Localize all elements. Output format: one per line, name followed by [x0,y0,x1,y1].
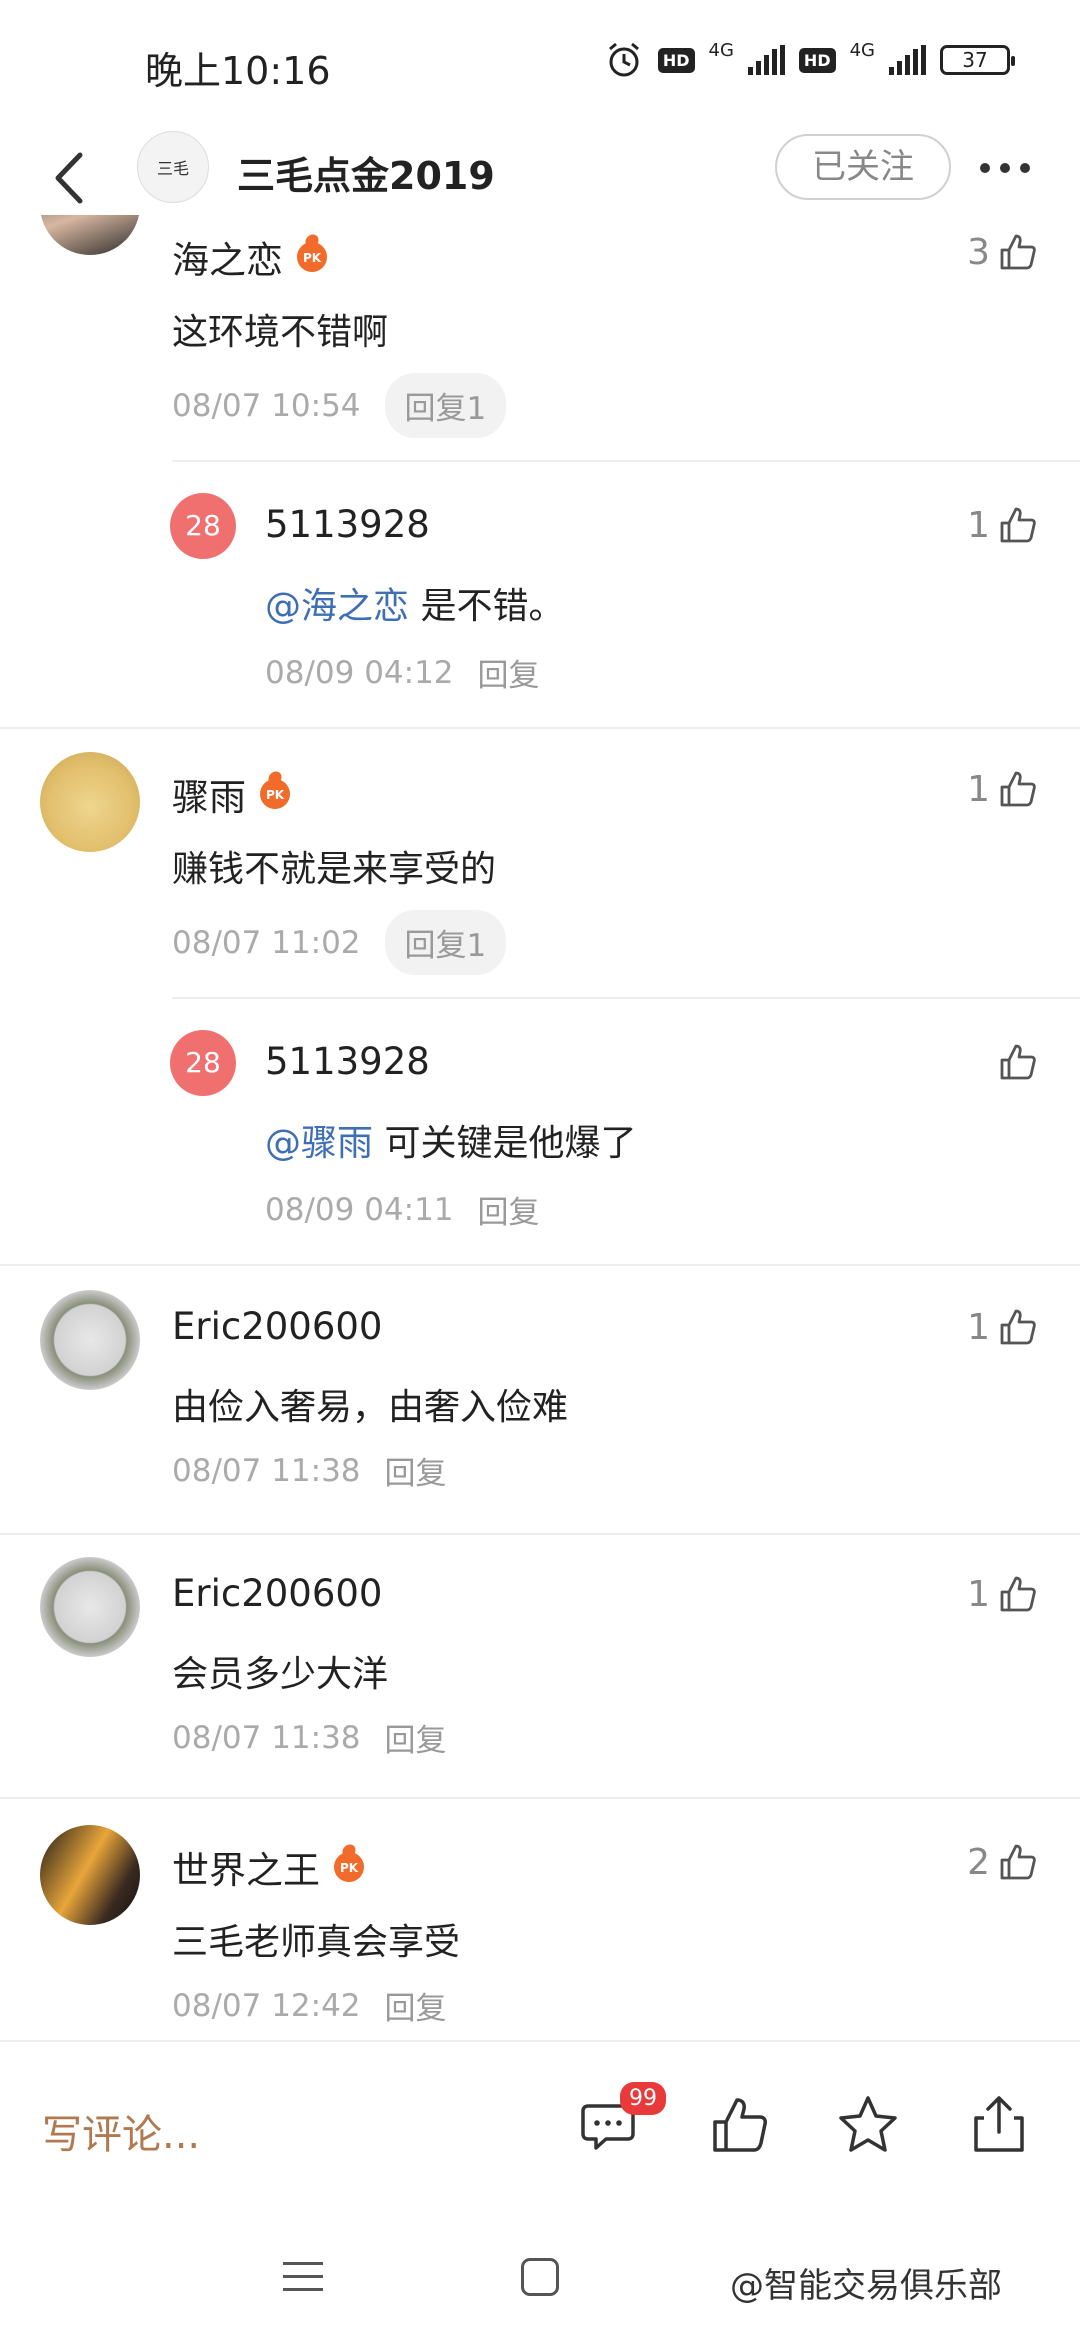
status-bar: 晚上10:16 HD 4G HD 4G 37 [0,0,1080,125]
reply-meta: 08/09 04:12 回复 [265,650,540,695]
author-avatar[interactable]: 三毛 [137,131,209,203]
comment-meta: 08/07 12:42 回复 [172,1983,447,2028]
signal-icon [889,45,926,75]
thumb-up-icon [1000,234,1036,270]
signal-icon [747,45,785,75]
write-comment-input[interactable]: 写评论... [42,2102,200,2160]
thumb-up-icon[interactable] [707,2092,773,2158]
comment-text: 这环境不错啊 [172,312,389,353]
comment-username[interactable]: Eric200600 [172,1305,382,1348]
system-nav-bar: @智能交易俱乐部 [0,2210,1080,2340]
comment-username[interactable]: 骤雨 PK [172,767,290,821]
comment-time: 08/07 12:42 [172,1987,361,2024]
status-icons: HD 4G HD 4G 37 [604,39,1015,80]
pk-badge-icon: PK [260,779,290,809]
mention-link[interactable]: @骤雨 [265,1123,373,1164]
reply-time: 08/09 04:11 [265,1191,454,1228]
thumb-up-icon [1000,771,1036,807]
mention-link[interactable]: @海之恋 [265,586,409,627]
hd-icon: HD [657,47,695,73]
view-replies-button[interactable]: 回复1 [384,910,507,975]
comment-username[interactable]: 海之恋 PK [172,230,327,284]
comment-username[interactable]: 世界之王 PK [172,1840,364,1894]
reply-button[interactable]: 回复 [478,1187,540,1232]
comment-time: 08/07 10:54 [172,387,361,424]
comment-time: 08/07 11:38 [172,1452,361,1489]
reply-username[interactable]: 5113928 [265,503,430,546]
battery-icon: 37 [940,45,1015,75]
page-title[interactable]: 三毛点金2019 [237,145,495,200]
comment-text: 会员多少大洋 [172,1654,389,1695]
reply-avatar[interactable]: 28 [170,493,236,559]
reply-username[interactable]: 5113928 [265,1040,430,1083]
reply-button[interactable]: 回复 [385,1448,447,1493]
reply-text: @骤雨 可关键是他爆了 [265,1123,637,1164]
share-icon[interactable] [966,2092,1032,2158]
like-button[interactable]: 2 [967,1840,1040,1884]
divider [0,1533,1080,1535]
reply-time: 08/09 04:12 [265,654,454,691]
watermark: @智能交易俱乐部 [730,2266,1002,2306]
comment-meta: 08/07 11:38 回复 [172,1448,447,1493]
comment-text: 三毛老师真会享受 [172,1922,461,1963]
comment-time: 08/07 11:02 [172,924,361,961]
view-replies-button[interactable]: 回复1 [384,373,507,438]
status-time: 晚上10:16 [145,49,331,93]
reply-button[interactable]: 回复 [385,1983,447,2028]
bottom-action-bar: 写评论... 99 [0,2040,1080,2210]
divider [0,1797,1080,1799]
comment-count-badge: 99 [620,2082,666,2115]
comment-meta: 08/07 10:54 回复1 [172,373,507,438]
network-type: 4G [708,39,734,61]
user-avatar[interactable] [40,1825,140,1925]
like-button[interactable]: 3 [967,230,1040,274]
divider [172,997,1080,999]
like-button[interactable]: 1 [967,503,1040,547]
reply-button[interactable]: 回复 [478,650,540,695]
like-button[interactable]: 1 [967,767,1040,811]
thumb-up-icon [1000,1576,1036,1612]
alarm-icon [608,42,639,77]
back-icon[interactable] [40,143,100,213]
divider [172,460,1080,462]
thumb-up-icon [1000,1309,1036,1345]
star-icon[interactable] [835,2092,901,2158]
user-avatar[interactable] [40,752,140,852]
reply-button[interactable]: 回复 [385,1715,447,1760]
network-type: 4G [849,39,875,61]
thumb-up-icon [1000,507,1036,543]
thumb-up-icon [1000,1844,1036,1880]
user-avatar[interactable] [40,215,140,255]
thumb-up-icon [1000,1044,1036,1080]
divider [0,727,1080,729]
like-button[interactable] [990,1040,1040,1084]
menu-icon[interactable] [283,2262,323,2292]
comment-time: 08/07 11:38 [172,1719,361,1756]
comment-text: 由俭入奢易，由奢入俭难 [172,1387,569,1428]
divider [0,1264,1080,1266]
comment-meta: 08/07 11:02 回复1 [172,910,507,975]
user-avatar[interactable] [40,1290,140,1390]
home-icon[interactable] [521,2258,559,2296]
pk-badge-icon: PK [297,242,327,272]
comment-username[interactable]: Eric200600 [172,1572,382,1615]
like-button[interactable]: 1 [967,1572,1040,1616]
more-icon[interactable] [980,163,1030,173]
follow-button[interactable]: 已关注 [775,134,951,200]
comment-list[interactable]: 海之恋 PK 3 这环境不错啊 08/07 10:54 回复1 28 51139… [0,215,1080,2040]
comment-meta: 08/07 11:38 回复 [172,1715,447,1760]
user-avatar[interactable] [40,1557,140,1657]
reply-avatar[interactable]: 28 [170,1030,236,1096]
hd-icon: HD [798,47,836,73]
comment-text: 赚钱不就是来享受的 [172,849,497,890]
reply-meta: 08/09 04:11 回复 [265,1187,540,1232]
reply-text: @海之恋 是不错。 [265,586,565,627]
like-button[interactable]: 1 [967,1305,1040,1349]
pk-badge-icon: PK [334,1852,364,1882]
